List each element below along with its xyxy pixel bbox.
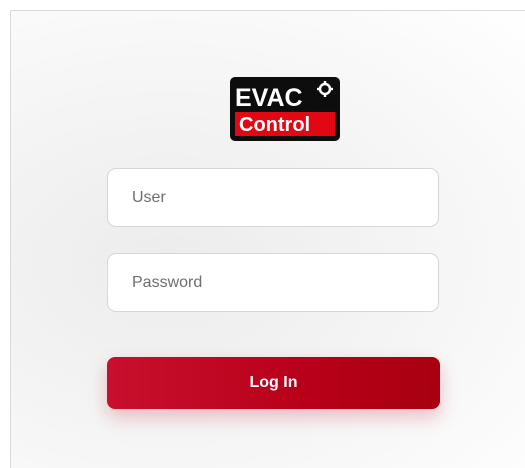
user-input[interactable] <box>107 168 439 227</box>
evac-control-logo: EVAC Control <box>230 77 340 141</box>
logo-line1: EVAC <box>235 84 303 112</box>
logo-line2: Control <box>239 114 310 136</box>
password-input[interactable] <box>107 253 439 312</box>
log-in-button[interactable]: Log In <box>107 357 440 409</box>
